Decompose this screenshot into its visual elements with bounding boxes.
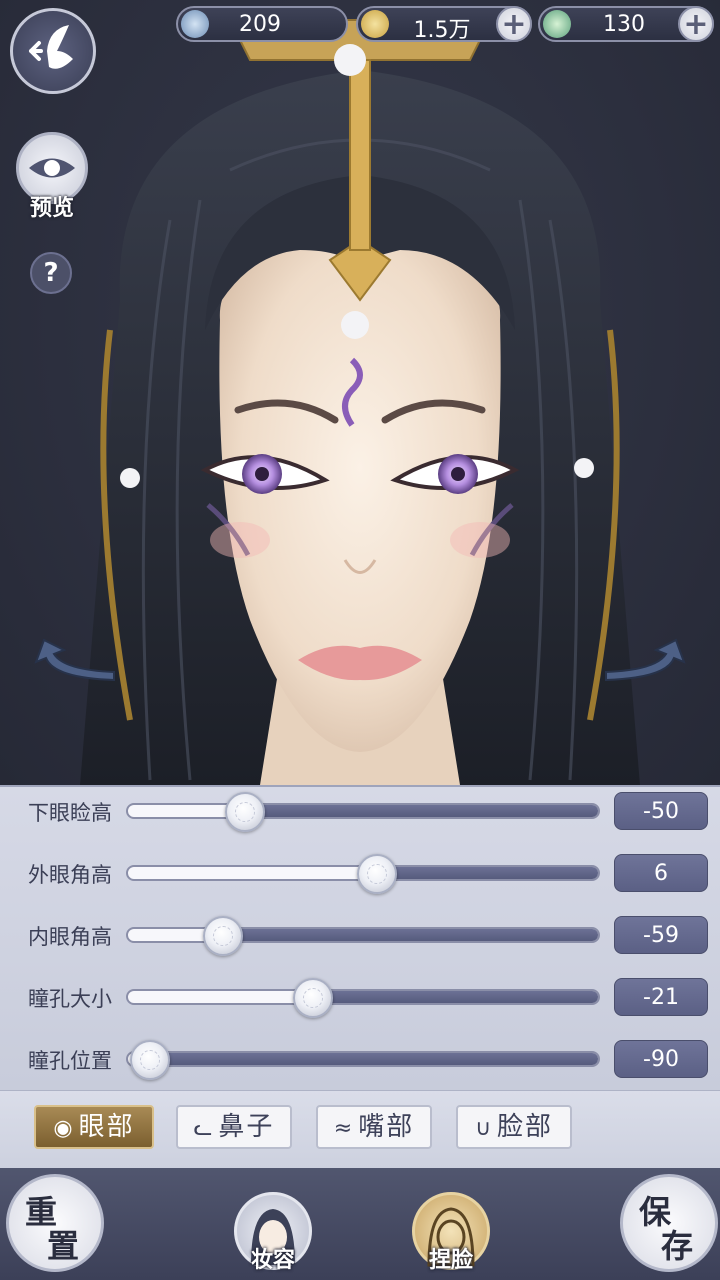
copper-coin-icon bbox=[361, 10, 389, 38]
currency-jade-value: 130 bbox=[603, 12, 645, 37]
slider-value: -21 bbox=[614, 978, 708, 1016]
slider-knob[interactable] bbox=[203, 916, 244, 956]
face-sculpt-nav-label: 捏脸 bbox=[428, 1248, 473, 1273]
jade-dragon-icon bbox=[543, 10, 571, 38]
slider-value: -59 bbox=[614, 916, 708, 954]
tab-nose[interactable]: ᓚ 鼻子 bbox=[176, 1105, 292, 1149]
mouth-icon: ≈ bbox=[333, 1116, 355, 1141]
tab-mouth[interactable]: ≈ 嘴部 bbox=[316, 1105, 432, 1149]
tab-label: 眼部 bbox=[78, 1112, 135, 1142]
slider-row-pupil-size: 瞳孔大小 -21 bbox=[0, 973, 720, 1023]
slider-label: 内眼角高 bbox=[28, 925, 112, 949]
currency-jade: 130 + bbox=[538, 6, 714, 42]
rotate-left-icon[interactable] bbox=[34, 632, 124, 692]
reset-label-2: 置 bbox=[47, 1227, 80, 1265]
slider-track[interactable] bbox=[126, 989, 600, 1005]
slider-track[interactable] bbox=[126, 927, 600, 943]
slider-row-outer-eye-corner: 外眼角高 6 bbox=[0, 849, 720, 899]
help-button[interactable]: ? bbox=[30, 252, 72, 294]
back-button[interactable] bbox=[10, 8, 96, 94]
category-tabbar: ◉ 眼部 ᓚ 鼻子 ≈ 嘴部 ∪ 脸部 bbox=[0, 1090, 720, 1168]
slider-row-pupil-position: 瞳孔位置 -90 bbox=[0, 1035, 720, 1085]
currency-copper-value: 1.5万 bbox=[413, 18, 471, 43]
slider-value: -50 bbox=[614, 792, 708, 830]
character-viewport[interactable]: 预览 ? 209 1.5万 + 130 + bbox=[0, 0, 720, 785]
slider-value: -90 bbox=[614, 1040, 708, 1078]
slider-knob[interactable] bbox=[357, 854, 398, 894]
preview-label: 预览 bbox=[29, 196, 74, 221]
currency-feather-value: 209 bbox=[239, 12, 281, 37]
reset-button[interactable]: 重 置 bbox=[6, 1174, 104, 1272]
slider-fill bbox=[377, 867, 598, 879]
tab-face[interactable]: ∪ 脸部 bbox=[456, 1105, 572, 1149]
bottom-bar bbox=[0, 1168, 720, 1280]
makeup-nav-label: 妆容 bbox=[250, 1248, 295, 1273]
tab-label: 脸部 bbox=[497, 1112, 554, 1142]
save-button[interactable]: 保 存 bbox=[620, 1174, 718, 1272]
slider-panel: 下眼睑高 -50 外眼角高 6 内眼角高 -59 瞳孔大小 -21 瞳孔位置 -… bbox=[0, 785, 720, 1090]
slider-fill bbox=[151, 1053, 598, 1065]
slider-knob[interactable] bbox=[293, 978, 334, 1018]
slider-label: 下眼睑高 bbox=[28, 801, 112, 825]
currency-copper: 1.5万 + bbox=[356, 6, 532, 43]
eye-icon: ◉ bbox=[53, 1116, 75, 1141]
slider-fill bbox=[245, 805, 598, 817]
save-label-2: 存 bbox=[661, 1227, 694, 1265]
slider-knob[interactable] bbox=[224, 792, 265, 832]
slider-row-inner-eye-corner: 内眼角高 -59 bbox=[0, 911, 720, 961]
tab-label: 鼻子 bbox=[218, 1112, 275, 1142]
slider-fill bbox=[224, 929, 598, 941]
slider-label: 外眼角高 bbox=[28, 863, 112, 887]
slider-track[interactable] bbox=[126, 803, 600, 819]
butterfly-back-icon bbox=[29, 25, 73, 69]
slider-row-lower-eyelid: 下眼睑高 -50 bbox=[0, 787, 720, 837]
tab-label: 嘴部 bbox=[358, 1112, 415, 1142]
face-icon: ∪ bbox=[474, 1116, 494, 1141]
add-jade-button[interactable]: + bbox=[678, 6, 714, 42]
add-copper-button[interactable]: + bbox=[496, 6, 532, 42]
tab-eyes[interactable]: ◉ 眼部 bbox=[34, 1105, 154, 1149]
slider-fill bbox=[313, 991, 598, 1003]
nose-icon: ᓚ bbox=[193, 1116, 215, 1141]
feather-coin-icon bbox=[181, 10, 209, 38]
currency-feather: 209 bbox=[176, 6, 348, 42]
slider-value: 6 bbox=[614, 854, 708, 892]
slider-label: 瞳孔位置 bbox=[28, 1049, 112, 1073]
slider-knob[interactable] bbox=[129, 1040, 170, 1080]
slider-track[interactable] bbox=[126, 1051, 600, 1067]
rotate-right-icon[interactable] bbox=[596, 632, 686, 692]
slider-label: 瞳孔大小 bbox=[28, 987, 112, 1011]
